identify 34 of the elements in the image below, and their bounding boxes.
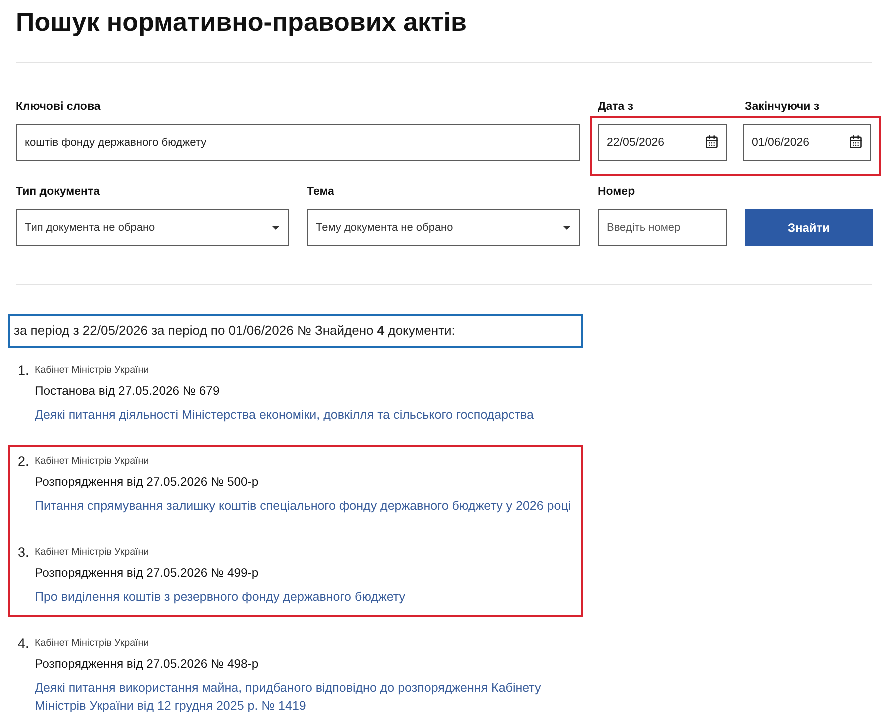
- keywords-field[interactable]: коштів фонду державного бюджету: [16, 124, 580, 161]
- select-field[interactable]: Тему документа не обрано: [307, 209, 580, 246]
- calendar-icon[interactable]: [849, 135, 863, 149]
- document-title: Розпорядження від 27.05.2026 № 500-р: [35, 474, 259, 491]
- result-number: 4.: [18, 636, 30, 652]
- date-field[interactable]: 22/05/2026: [598, 124, 727, 161]
- page-title: Пошук нормативно-правових актів: [16, 6, 467, 39]
- document-title: Розпорядження від 27.05.2026 № 498-р: [35, 656, 259, 673]
- result-number: 2.: [18, 454, 30, 470]
- issuer-name: Кабінет Міністрів України: [35, 455, 150, 469]
- caret-icon: [272, 226, 280, 230]
- field-label: Дата з: [598, 100, 634, 115]
- field-label: Тема: [307, 185, 334, 200]
- document-title: Розпорядження від 27.05.2026 № 499-р: [35, 565, 259, 582]
- result-number: 1.: [18, 363, 30, 379]
- document-title: Постанова від 27.05.2026 № 679: [35, 383, 220, 400]
- date-field[interactable]: 01/06/2026: [743, 124, 871, 161]
- calendar-icon[interactable]: [705, 135, 719, 149]
- issuer-name: Кабінет Міністрів України: [35, 364, 150, 378]
- document-link[interactable]: Питання спрямування залишку коштів спеціального фонду державного бюджету у 2026 році: [35, 497, 572, 515]
- document-link[interactable]: Про виділення коштів з резервного фонду державного бюджету: [35, 588, 406, 606]
- number-field[interactable]: Введіть номер: [598, 209, 727, 246]
- result-number: 3.: [18, 545, 30, 561]
- field-label: Закінчуючи з: [745, 100, 820, 115]
- field-label: Ключові слова: [16, 100, 101, 115]
- select-field[interactable]: Тип документа не обрано: [16, 209, 289, 246]
- field-label: Номер: [598, 185, 636, 200]
- search-button[interactable]: Знайти: [745, 209, 873, 246]
- results-summary: за період з 22/05/2026 за період по 01/06/2026 № Знайдено 4 документи:: [8, 314, 583, 348]
- issuer-name: Кабінет Міністрів України: [35, 546, 150, 560]
- caret-icon: [563, 226, 571, 230]
- document-link[interactable]: Деякі питання діяльності Міністерства економіки, довкілля та сільського господарства: [35, 406, 534, 424]
- field-label: Тип документа: [16, 185, 100, 200]
- issuer-name: Кабінет Міністрів України: [35, 637, 150, 651]
